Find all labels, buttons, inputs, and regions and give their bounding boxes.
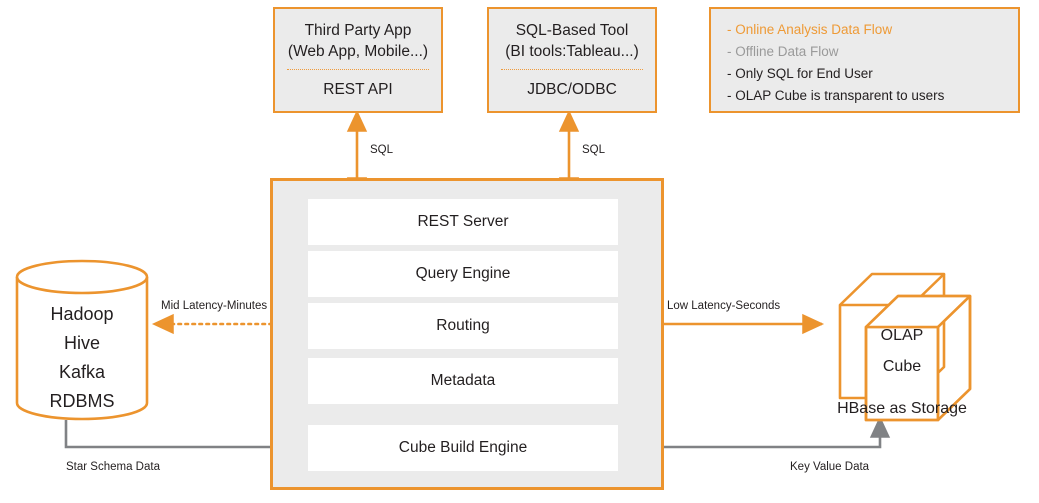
legend-item-offline-data-flow: - Offline Data Flow <box>727 40 1004 62</box>
datasource-line-rdbms: RDBMS <box>49 391 115 411</box>
olap-cube[interactable]: OLAP Cube <box>866 320 938 390</box>
engine-row-label: Routing <box>436 317 490 334</box>
legend-label: - Only SQL for End User <box>727 65 873 81</box>
datasource-line-hadoop: Hadoop <box>50 304 114 324</box>
olap-cube-line1: OLAP <box>880 327 924 344</box>
legend-label: - OLAP Cube is transparent to users <box>727 87 945 103</box>
client-box-sql-based-tool[interactable]: SQL-Based Tool (BI tools:Tableau...) JDB… <box>487 7 657 113</box>
edge-label-low-latency: Low Latency-Seconds <box>667 300 781 312</box>
engine-row-routing[interactable]: Routing <box>308 303 618 349</box>
datasource-line-kafka: Kafka <box>58 362 106 382</box>
engine-row-cube-build-engine[interactable]: Cube Build Engine <box>308 425 618 471</box>
client-protocol-label: REST API <box>323 81 393 98</box>
client-title-line1: SQL-Based Tool <box>515 22 629 39</box>
legend: - Online Analysis Data Flow - Offline Da… <box>709 7 1020 113</box>
engine-row-query-engine[interactable]: Query Engine <box>308 251 618 297</box>
edge-label-sql-right: SQL <box>582 144 606 156</box>
engine-row-metadata[interactable]: Metadata <box>308 358 618 404</box>
legend-item-online-analysis-data-flow: - Online Analysis Data Flow <box>727 18 1004 40</box>
client-title-line2: (Web App, Mobile...) <box>287 43 429 60</box>
client-title-line2: (BI tools:Tableau...) <box>505 43 639 60</box>
client-title-line1: Third Party App <box>304 22 412 39</box>
hadoop-cylinder[interactable]: Hadoop Hive Kafka RDBMS <box>16 300 148 420</box>
legend-label: - Online Analysis Data Flow <box>727 21 893 37</box>
edge-label-mid-latency: Mid Latency-Minutes <box>161 300 268 312</box>
legend-label: - Offline Data Flow <box>727 43 839 59</box>
engine-row-label: Cube Build Engine <box>398 439 528 456</box>
engine-row-label: Query Engine <box>415 265 511 282</box>
client-box-third-party-app[interactable]: Third Party App (Web App, Mobile...) RES… <box>273 7 443 113</box>
olap-cube-line2: Cube <box>882 358 922 375</box>
edge-label-key-value: Key Value Data <box>790 461 870 473</box>
legend-item-only-sql-for-end-user: - Only SQL for End User <box>727 62 1004 84</box>
storage-caption: HBase as Storage <box>837 400 967 417</box>
legend-item-olap-cube-transparent: - OLAP Cube is transparent to users <box>727 84 1004 106</box>
client-divider <box>287 69 429 70</box>
engine-row-label: REST Server <box>417 213 509 230</box>
client-divider <box>501 69 643 70</box>
edge-label-star-schema: Star Schema Data <box>66 461 160 473</box>
edge-label-sql-left: SQL <box>370 144 394 156</box>
diagram-canvas: Third Party App (Web App, Mobile...) RES… <box>0 0 1039 503</box>
engine-row-rest-server[interactable]: REST Server <box>308 199 618 245</box>
client-protocol-label: JDBC/ODBC <box>527 81 617 98</box>
engine-row-label: Metadata <box>430 372 496 389</box>
edge-star-schema <box>64 420 306 458</box>
datasource-line-hive: Hive <box>63 333 100 353</box>
